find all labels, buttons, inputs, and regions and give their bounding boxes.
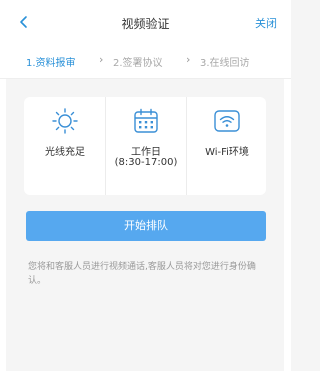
requirement-label: Wi-Fi环境	[205, 147, 249, 158]
requirement-workday: 工作日 (8:30-17:00)	[106, 97, 186, 195]
page-title: 视频验证	[121, 17, 170, 31]
step-3: 3.在线回访	[200, 58, 250, 69]
wifi-icon	[214, 110, 240, 132]
chevron-right-icon: ›	[186, 53, 191, 66]
requirement-wifi: Wi-Fi环境	[187, 97, 267, 195]
requirement-label: 工作日	[131, 147, 161, 158]
start-queue-button[interactable]: 开始排队	[26, 211, 266, 241]
page: 视频验证 关闭 1.资料报审 › 2.签署协议 › 3.在线回访 光线充足 工作…	[0, 0, 291, 371]
navbar: 视频验证 关闭	[0, 0, 291, 45]
step-2: 2.签署协议	[113, 58, 163, 69]
calendar-icon	[134, 108, 158, 133]
notice-text: 您将和客服人员进行视频通话,客服人员将对您进行身份确认。	[28, 262, 256, 286]
step-1: 1.资料报审	[26, 58, 76, 69]
chevron-right-icon: ›	[99, 53, 104, 66]
requirement-label: 光线充足	[45, 147, 85, 158]
close-button[interactable]: 关闭	[255, 15, 277, 31]
requirement-light: 光线充足	[25, 97, 105, 195]
step-indicator: 1.资料报审 › 2.签署协议 › 3.在线回访	[0, 44, 291, 79]
sun-icon	[52, 108, 78, 134]
requirement-hours: (8:30-17:00)	[114, 157, 178, 168]
requirements-card: 光线充足 工作日 (8:30-17:00) Wi-Fi环境	[24, 97, 266, 195]
